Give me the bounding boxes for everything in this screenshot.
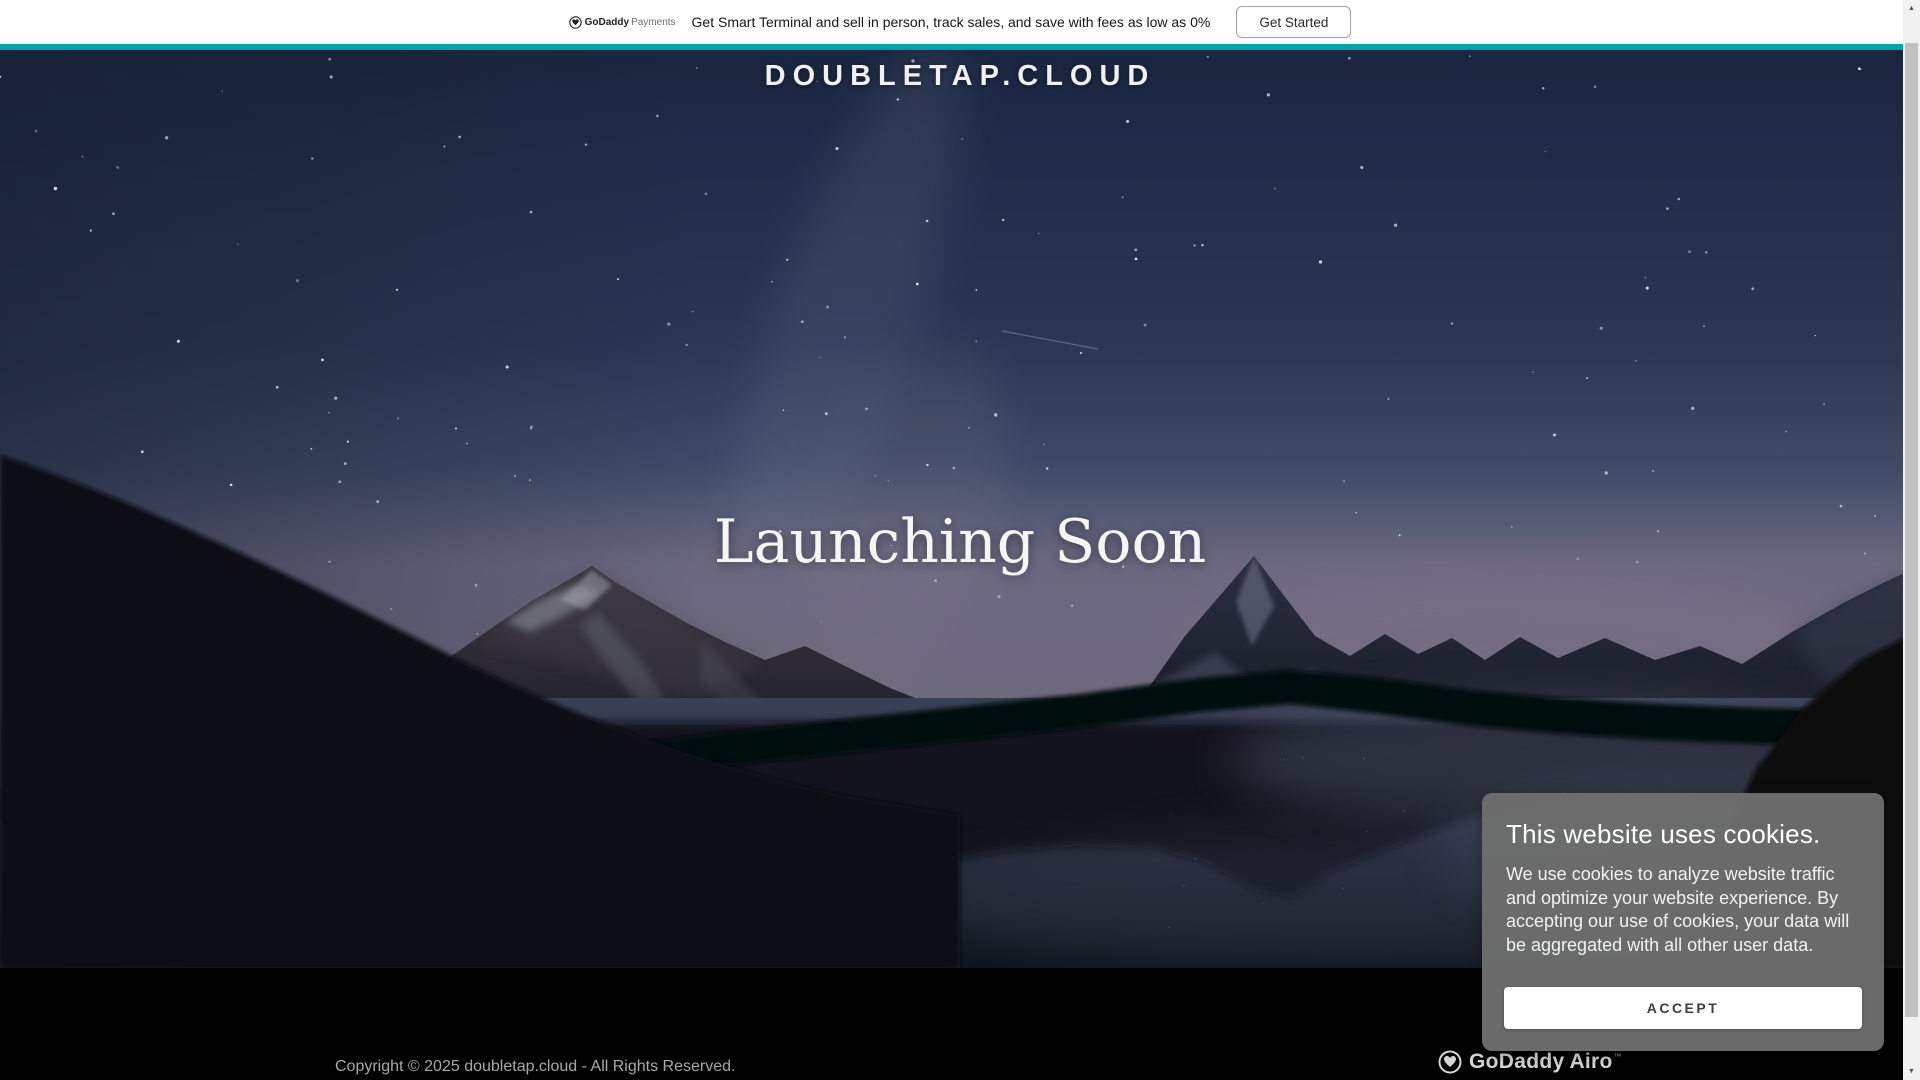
godaddy-payments-logo: GoDaddy Payments [569, 16, 676, 29]
site-title: DOUBLETAP.CLOUD [0, 60, 1920, 93]
copyright-text: Copyright © 2025 doubletap.cloud - All R… [335, 1058, 735, 1076]
cookie-consent-dialog: This website uses cookies. We use cookie… [1482, 793, 1884, 1051]
godaddy-logo-icon [569, 16, 582, 29]
godaddy-airo-logo-icon [1438, 1050, 1462, 1074]
promo-banner-content: GoDaddy Payments Get Smart Terminal and … [569, 6, 1352, 38]
launching-soon-headline: Launching Soon [0, 512, 1920, 572]
promo-banner: GoDaddy Payments Get Smart Terminal and … [0, 0, 1920, 44]
airo-trademark: ™ [1614, 1052, 1622, 1061]
godaddy-airo-link[interactable]: GoDaddy Airo ™ [1438, 1050, 1622, 1074]
accept-cookies-button[interactable]: ACCEPT [1504, 987, 1862, 1029]
cookie-dialog-title: This website uses cookies. [1506, 819, 1860, 850]
get-started-button[interactable]: Get Started [1236, 6, 1351, 38]
airo-product-text: Airo [1569, 1050, 1612, 1074]
godaddy-payments-product: Payments [631, 17, 675, 28]
airo-brand-text: GoDaddy [1469, 1050, 1564, 1074]
scrollbar: ▲ ▼ [1903, 0, 1920, 1080]
cookie-dialog-body: We use cookies to analyze website traffi… [1506, 863, 1860, 957]
scrollbar-down-icon[interactable]: ▼ [1903, 1063, 1920, 1080]
godaddy-payments-brand: GoDaddy [585, 17, 629, 28]
scrollbar-up-icon[interactable]: ▲ [1903, 0, 1920, 17]
accent-divider [0, 44, 1920, 50]
promo-message: Get Smart Terminal and sell in person, t… [692, 14, 1211, 30]
scrollbar-thumb[interactable] [1905, 43, 1918, 1017]
page: DOUBLETAP.CLOUD Launching Soon GoDaddy P… [0, 0, 1920, 1080]
